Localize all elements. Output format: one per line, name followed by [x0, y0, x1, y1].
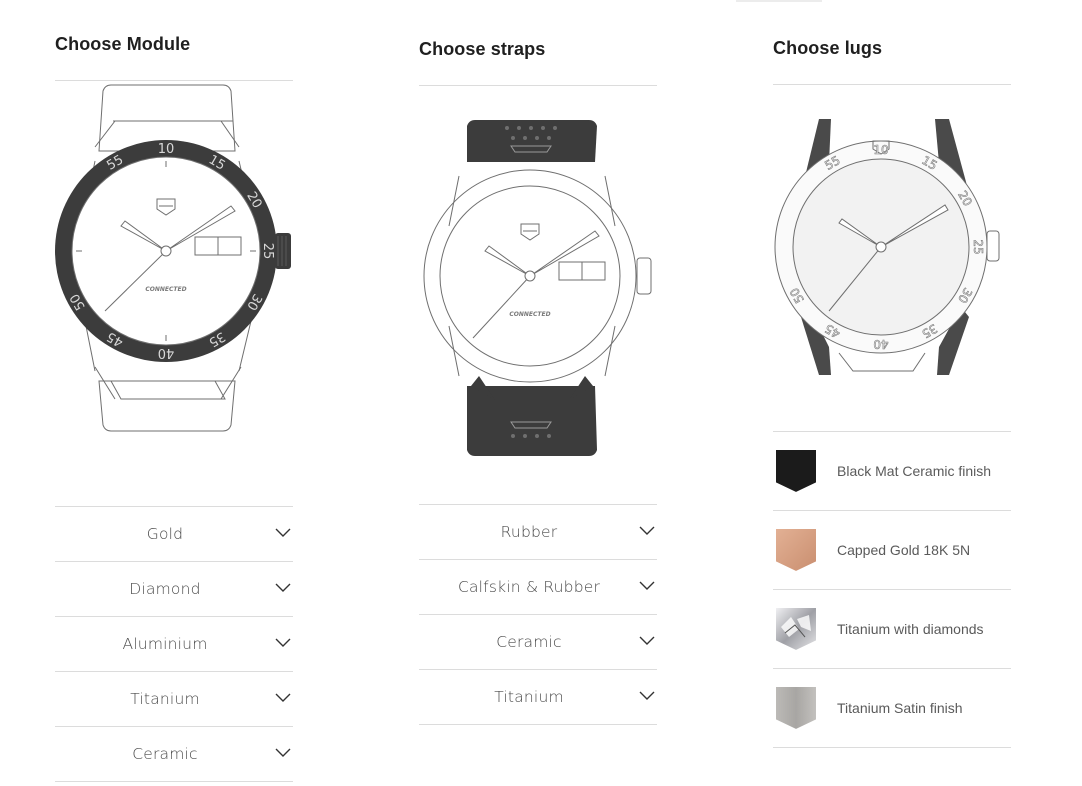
chevron-down-icon[interactable] — [275, 583, 291, 593]
lug-finish-titanium-diamonds[interactable]: Titanium with diamonds — [773, 590, 1011, 669]
bezel-number: 10 — [873, 143, 888, 157]
chevron-down-icon[interactable] — [275, 748, 291, 758]
straps-option-titanium[interactable]: Titanium — [419, 670, 657, 725]
lugs-finish-list: Black Mat Ceramic finish Capped Gold 18K… — [773, 431, 1011, 748]
straps-option-label: Ceramic — [496, 633, 562, 651]
lug-finish-label: Titanium with diamonds — [837, 621, 984, 637]
chevron-down-icon[interactable] — [639, 526, 655, 536]
chevron-down-icon[interactable] — [275, 693, 291, 703]
module-option-ceramic[interactable]: Ceramic — [55, 727, 293, 782]
module-option-titanium[interactable]: Titanium — [55, 672, 293, 727]
chevron-down-icon[interactable] — [639, 636, 655, 646]
lug-finish-black-mat-ceramic[interactable]: Black Mat Ceramic finish — [773, 432, 1011, 511]
lug-finish-label: Titanium Satin finish — [837, 700, 963, 716]
bezel-number: 25 — [971, 239, 985, 254]
module-dial-brand: CONNECTED — [145, 286, 186, 293]
straps-watch-illustration: CONNECTED — [423, 120, 652, 456]
lug-finish-label: Black Mat Ceramic finish — [837, 463, 992, 479]
chevron-down-icon[interactable] — [639, 691, 655, 701]
diamond-swatch — [775, 607, 817, 651]
rose-gold-swatch — [775, 528, 817, 572]
chevron-down-icon[interactable] — [275, 528, 291, 538]
module-option-label: Ceramic — [132, 745, 198, 763]
lug-finish-titanium-satin[interactable]: Titanium Satin finish — [773, 669, 1011, 748]
straps-option-ceramic[interactable]: Ceramic — [419, 615, 657, 670]
top-accent-bar — [736, 0, 822, 2]
chevron-down-icon[interactable] — [639, 581, 655, 591]
module-options-list: Gold Diamond Aluminium Titanium Ceramic — [55, 506, 293, 782]
lug-finish-label: Capped Gold 18K 5N — [837, 542, 971, 558]
bezel-number: 40 — [158, 345, 175, 360]
straps-options-list: Rubber Calfskin & Rubber Ceramic Titaniu… — [419, 504, 657, 725]
module-option-label: Titanium — [130, 690, 200, 708]
module-heading: Choose Module — [55, 34, 191, 54]
straps-option-calfskin-rubber[interactable]: Calfskin & Rubber — [419, 560, 657, 615]
module-option-gold[interactable]: Gold — [55, 507, 293, 562]
straps-option-rubber[interactable]: Rubber — [419, 505, 657, 560]
straps-option-label: Titanium — [494, 688, 564, 706]
black-ceramic-swatch — [775, 449, 817, 493]
module-option-label: Diamond — [129, 580, 201, 598]
chevron-down-icon[interactable] — [275, 638, 291, 648]
module-option-aluminium[interactable]: Aluminium — [55, 617, 293, 672]
lugs-watch-illustration: 55101520253035404550 — [774, 119, 1000, 375]
module-option-label: Gold — [146, 525, 184, 543]
titanium-satin-swatch — [775, 686, 817, 730]
bezel-number: 25 — [260, 243, 275, 260]
straps-option-label: Calfskin & Rubber — [457, 578, 601, 596]
straps-heading: Choose straps — [419, 39, 546, 59]
module-column: Choose Module 55 10 15 20 25 30 35 40 45… — [55, 34, 293, 782]
straps-dial-brand: CONNECTED — [509, 311, 550, 318]
module-watch-illustration: 55101520253035404550 CONNECTED — [55, 84, 291, 432]
module-option-diamond[interactable]: Diamond — [55, 562, 293, 617]
lug-finish-capped-gold[interactable]: Capped Gold 18K 5N — [773, 511, 1011, 590]
lugs-column: Choose lugs 55 10 15 20 25 30 35 40 45 50 Black M… — [773, 38, 1011, 748]
lugs-heading: Choose lugs — [773, 38, 883, 58]
module-option-label: Aluminium — [122, 635, 208, 653]
bezel-number: 10 — [158, 142, 175, 157]
straps-column: Choose straps CONNECTED Rubber Calfskin … — [419, 39, 657, 725]
straps-option-label: Rubber — [500, 523, 558, 541]
bezel-number: 40 — [873, 337, 888, 351]
